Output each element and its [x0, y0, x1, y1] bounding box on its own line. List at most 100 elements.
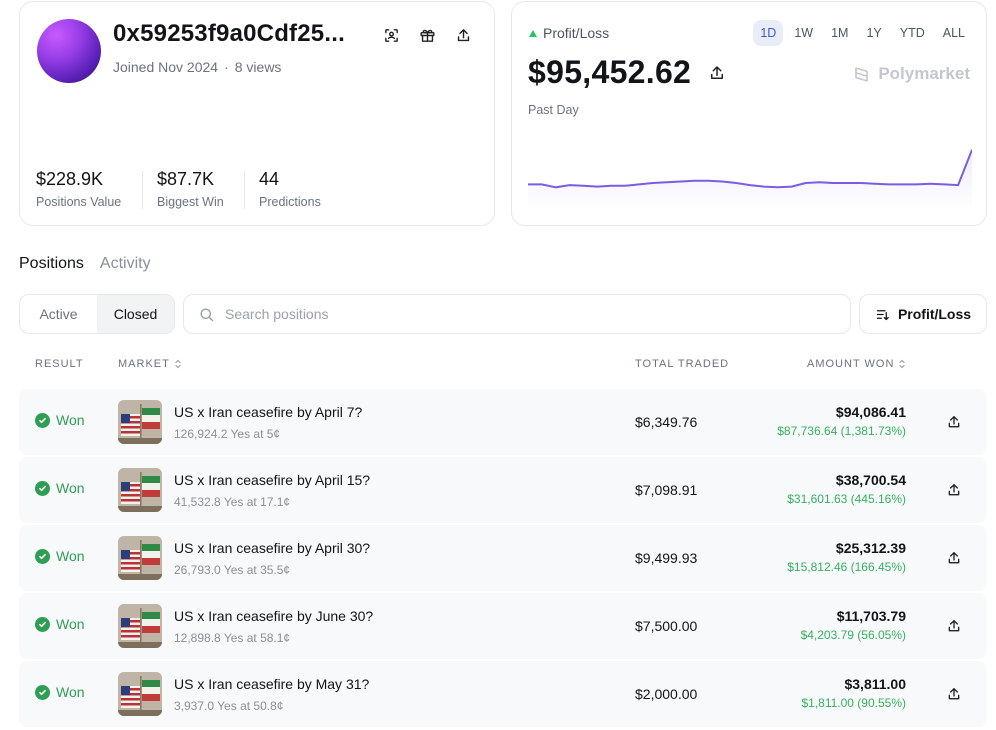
timeframe-1m[interactable]: 1M	[824, 20, 855, 46]
column-header-label: AMOUNT WON	[807, 358, 895, 370]
stat-label: Positions Value	[36, 195, 122, 209]
pnl-label: Profit/Loss	[543, 25, 610, 41]
check-circle-icon	[35, 616, 50, 632]
share-icon[interactable]	[946, 686, 962, 702]
segment-closed[interactable]: Closed	[97, 295, 174, 333]
total-traded: $7,500.00	[635, 618, 698, 634]
market-thumbnail[interactable]	[118, 604, 162, 648]
sort-arrows-icon	[175, 359, 181, 369]
result-badge: Won	[35, 480, 85, 496]
profile-card: 0x59253f9a0Cdf25... Joined Nov 2024 · 8 vi…	[19, 1, 495, 226]
share-icon[interactable]	[946, 414, 962, 430]
column-header-total-traded: TOTAL TRADED	[635, 358, 729, 370]
position-details: 126,924.2 Yes at 5¢	[174, 427, 281, 441]
share-icon[interactable]	[946, 618, 962, 634]
profit-gain: $1,811.00 (90.55%)	[801, 696, 906, 710]
share-icon[interactable]	[946, 550, 962, 566]
timeframe-1y[interactable]: 1Y	[859, 20, 888, 46]
result-label: Won	[56, 480, 85, 496]
timeframe-ytd[interactable]: YTD	[893, 20, 932, 46]
share-icon[interactable]	[946, 482, 962, 498]
position-details: 41,532.8 Yes at 17.1¢	[174, 495, 291, 509]
search-input[interactable]	[225, 306, 850, 322]
segment-active[interactable]: Active	[20, 295, 97, 333]
market-thumbnail[interactable]	[118, 468, 162, 512]
profit-gain: $15,812.46 (166.45%)	[787, 560, 906, 574]
joined-date: Joined Nov 2024	[113, 59, 219, 75]
result-label: Won	[56, 684, 85, 700]
timeframe-1d[interactable]: 1D	[753, 20, 784, 46]
brand-name: Polymarket	[878, 64, 970, 83]
sparkline-line	[528, 149, 972, 189]
stat-positions-value: $228.9K Positions Value	[36, 169, 121, 209]
check-circle-icon	[35, 684, 50, 700]
profit-loss-card: Profit/Loss 1D 1W 1M 1Y YTD ALL $95,452.…	[511, 1, 987, 226]
stat-biggest-win: $87.7K Biggest Win	[157, 169, 224, 209]
column-header-market[interactable]: MARKET	[118, 358, 182, 370]
amount-won: $38,700.54 $31,601.63 (445.16%)	[787, 472, 906, 506]
search-box	[183, 294, 851, 334]
tab-positions[interactable]: Positions	[19, 255, 84, 273]
stat-predictions: 44 Predictions	[259, 169, 321, 209]
gift-icon[interactable]	[416, 24, 438, 46]
result-badge: Won	[35, 412, 85, 428]
total-traded: $9,499.93	[635, 550, 698, 566]
tab-activity[interactable]: Activity	[100, 255, 151, 273]
pnl-value: $95,452.62	[528, 54, 692, 90]
amount-won-value: $38,700.54	[835, 472, 906, 488]
sort-label: Profit/Loss	[897, 306, 972, 322]
position-details: 12,898.8 Yes at 58.1¢	[174, 631, 291, 645]
polymarket-logo: Polymarket	[852, 64, 970, 84]
market-title[interactable]: US x Iran ceasefire by April 15?	[174, 472, 370, 488]
timeframe-1w[interactable]: 1W	[787, 20, 820, 46]
market-thumbnail[interactable]	[118, 536, 162, 580]
profile-meta: Joined Nov 2024 · 8 views	[113, 59, 281, 75]
amount-won: $3,811.00 $1,811.00 (90.55%)	[801, 676, 906, 710]
table-row[interactable]: Won U	[19, 525, 987, 591]
market-title[interactable]: US x Iran ceasefire by April 7?	[174, 404, 362, 420]
result-badge: Won	[35, 684, 85, 700]
amount-won-value: $94,086.41	[835, 404, 906, 420]
share-icon[interactable]	[708, 64, 726, 82]
market-title[interactable]: US x Iran ceasefire by April 30?	[174, 540, 370, 556]
view-count: 8 views	[234, 59, 282, 75]
stat-divider	[244, 171, 245, 209]
total-traded: $6,349.76	[635, 414, 698, 430]
market-title[interactable]: US x Iran ceasefire by May 31?	[174, 676, 369, 692]
profit-gain: $31,601.63 (445.16%)	[787, 492, 906, 506]
table-row[interactable]: Won U	[19, 389, 987, 455]
table-row[interactable]: Won U	[19, 593, 987, 659]
table-row[interactable]: Won U	[19, 457, 987, 523]
stat-label: Predictions	[259, 195, 321, 209]
result-label: Won	[56, 412, 85, 428]
timeframe-selector: 1D 1W 1M 1Y YTD ALL	[753, 20, 972, 46]
timeframe-all[interactable]: ALL	[936, 20, 972, 46]
amount-won-value: $3,811.00	[844, 676, 906, 692]
result-label: Won	[56, 548, 85, 564]
amount-won: $94,086.41 $87,736.64 (1,381.73%)	[777, 404, 906, 438]
check-circle-icon	[35, 548, 50, 564]
avatar[interactable]	[37, 19, 101, 83]
market-thumbnail[interactable]	[118, 672, 162, 716]
amount-won: $25,312.39 $15,812.46 (166.45%)	[787, 540, 906, 574]
sort-arrows-icon	[899, 359, 906, 369]
scan-icon[interactable]	[380, 24, 402, 46]
pnl-sparkline	[528, 149, 972, 210]
column-header-amount-won[interactable]: AMOUNT WON	[807, 358, 906, 370]
polymarket-logo-icon	[855, 66, 869, 82]
sort-button[interactable]: Profit/Loss	[859, 294, 987, 334]
table-row[interactable]: Won U	[19, 661, 987, 727]
check-circle-icon	[35, 412, 50, 428]
market-title[interactable]: US x Iran ceasefire by June 30?	[174, 608, 373, 624]
stat-label: Biggest Win	[157, 195, 224, 209]
share-icon[interactable]	[452, 24, 474, 46]
result-badge: Won	[35, 616, 85, 632]
market-thumbnail[interactable]	[118, 400, 162, 444]
amount-won: $11,703.79 $4,203.79 (56.05%)	[801, 608, 906, 642]
total-traded: $2,000.00	[635, 686, 698, 702]
search-icon	[200, 307, 214, 321]
amount-won-value: $25,312.39	[835, 540, 906, 556]
column-header-result: RESULT	[35, 358, 84, 370]
up-triangle-icon	[529, 29, 537, 37]
amount-won-value: $11,703.79	[836, 608, 906, 624]
